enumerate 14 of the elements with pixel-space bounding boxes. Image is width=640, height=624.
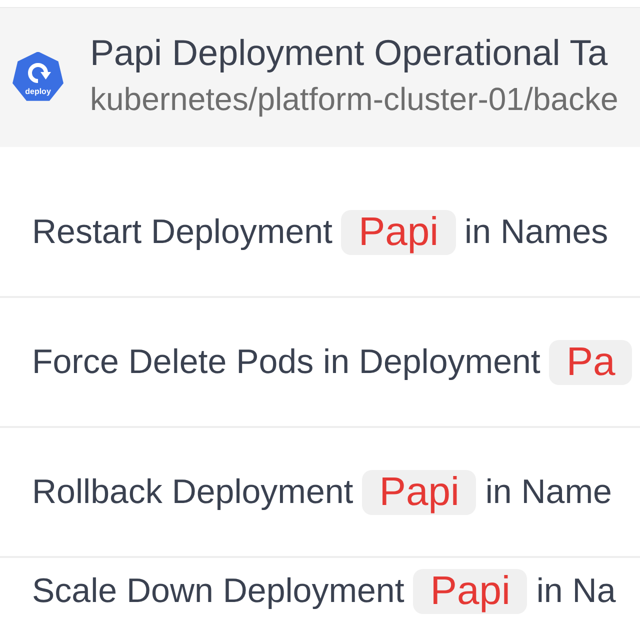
resource-path: kubernetes/platform-cluster-01/backe (90, 80, 618, 118)
task-label: Scale Down Deployment (32, 571, 404, 611)
task-label: Rollback Deployment (32, 472, 354, 512)
page-title: Papi Deployment Operational Ta (90, 32, 609, 74)
task-label: Restart Deployment (32, 212, 332, 252)
task-label-tail: in Name (485, 472, 612, 512)
name-chip: Pa (549, 340, 632, 384)
name-chip: Papi (362, 470, 476, 514)
task-label-tail: in Names (464, 212, 608, 252)
badge-label: deploy (25, 86, 51, 96)
task-label-tail: in Na (536, 571, 616, 611)
name-chip: Papi (341, 210, 456, 254)
task-label: Force Delete Pods in Deployment (32, 342, 540, 382)
name-chip: Papi (413, 568, 528, 614)
